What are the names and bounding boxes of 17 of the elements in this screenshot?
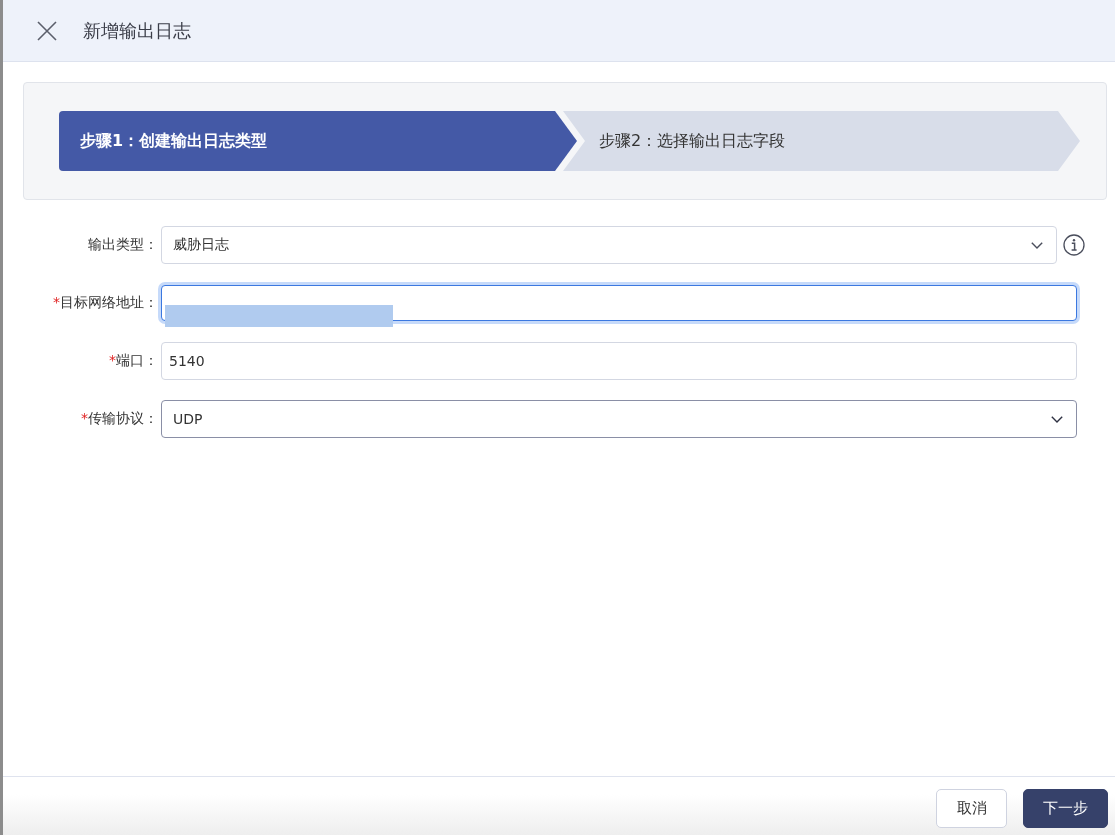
field-label: 输出类型： xyxy=(87,236,159,254)
info-icon[interactable] xyxy=(1063,234,1085,256)
close-button[interactable] xyxy=(36,19,58,42)
select-field[interactable]: 威胁日志 xyxy=(161,226,1057,264)
input-field[interactable]: 5140 xyxy=(161,342,1077,380)
next-button[interactable]: 下一步 xyxy=(1023,788,1108,828)
cancel-button[interactable]: 取消 xyxy=(936,788,1007,828)
step-indicator: 步骤1：创建输出日志类型 xyxy=(59,111,577,171)
close-icon xyxy=(37,20,57,41)
step-indicator: 步骤2：选择输出日志字段 xyxy=(563,111,1080,171)
chevron-down-icon xyxy=(1051,415,1063,423)
chevron-down-icon xyxy=(1031,241,1043,249)
field-label: *目标网络地址： xyxy=(52,294,159,312)
field-label: *传输协议： xyxy=(80,410,159,428)
field-label: *端口： xyxy=(108,352,159,370)
dialog-title: 新增输出日志 xyxy=(83,18,191,43)
select-field[interactable]: UDP xyxy=(161,400,1077,438)
